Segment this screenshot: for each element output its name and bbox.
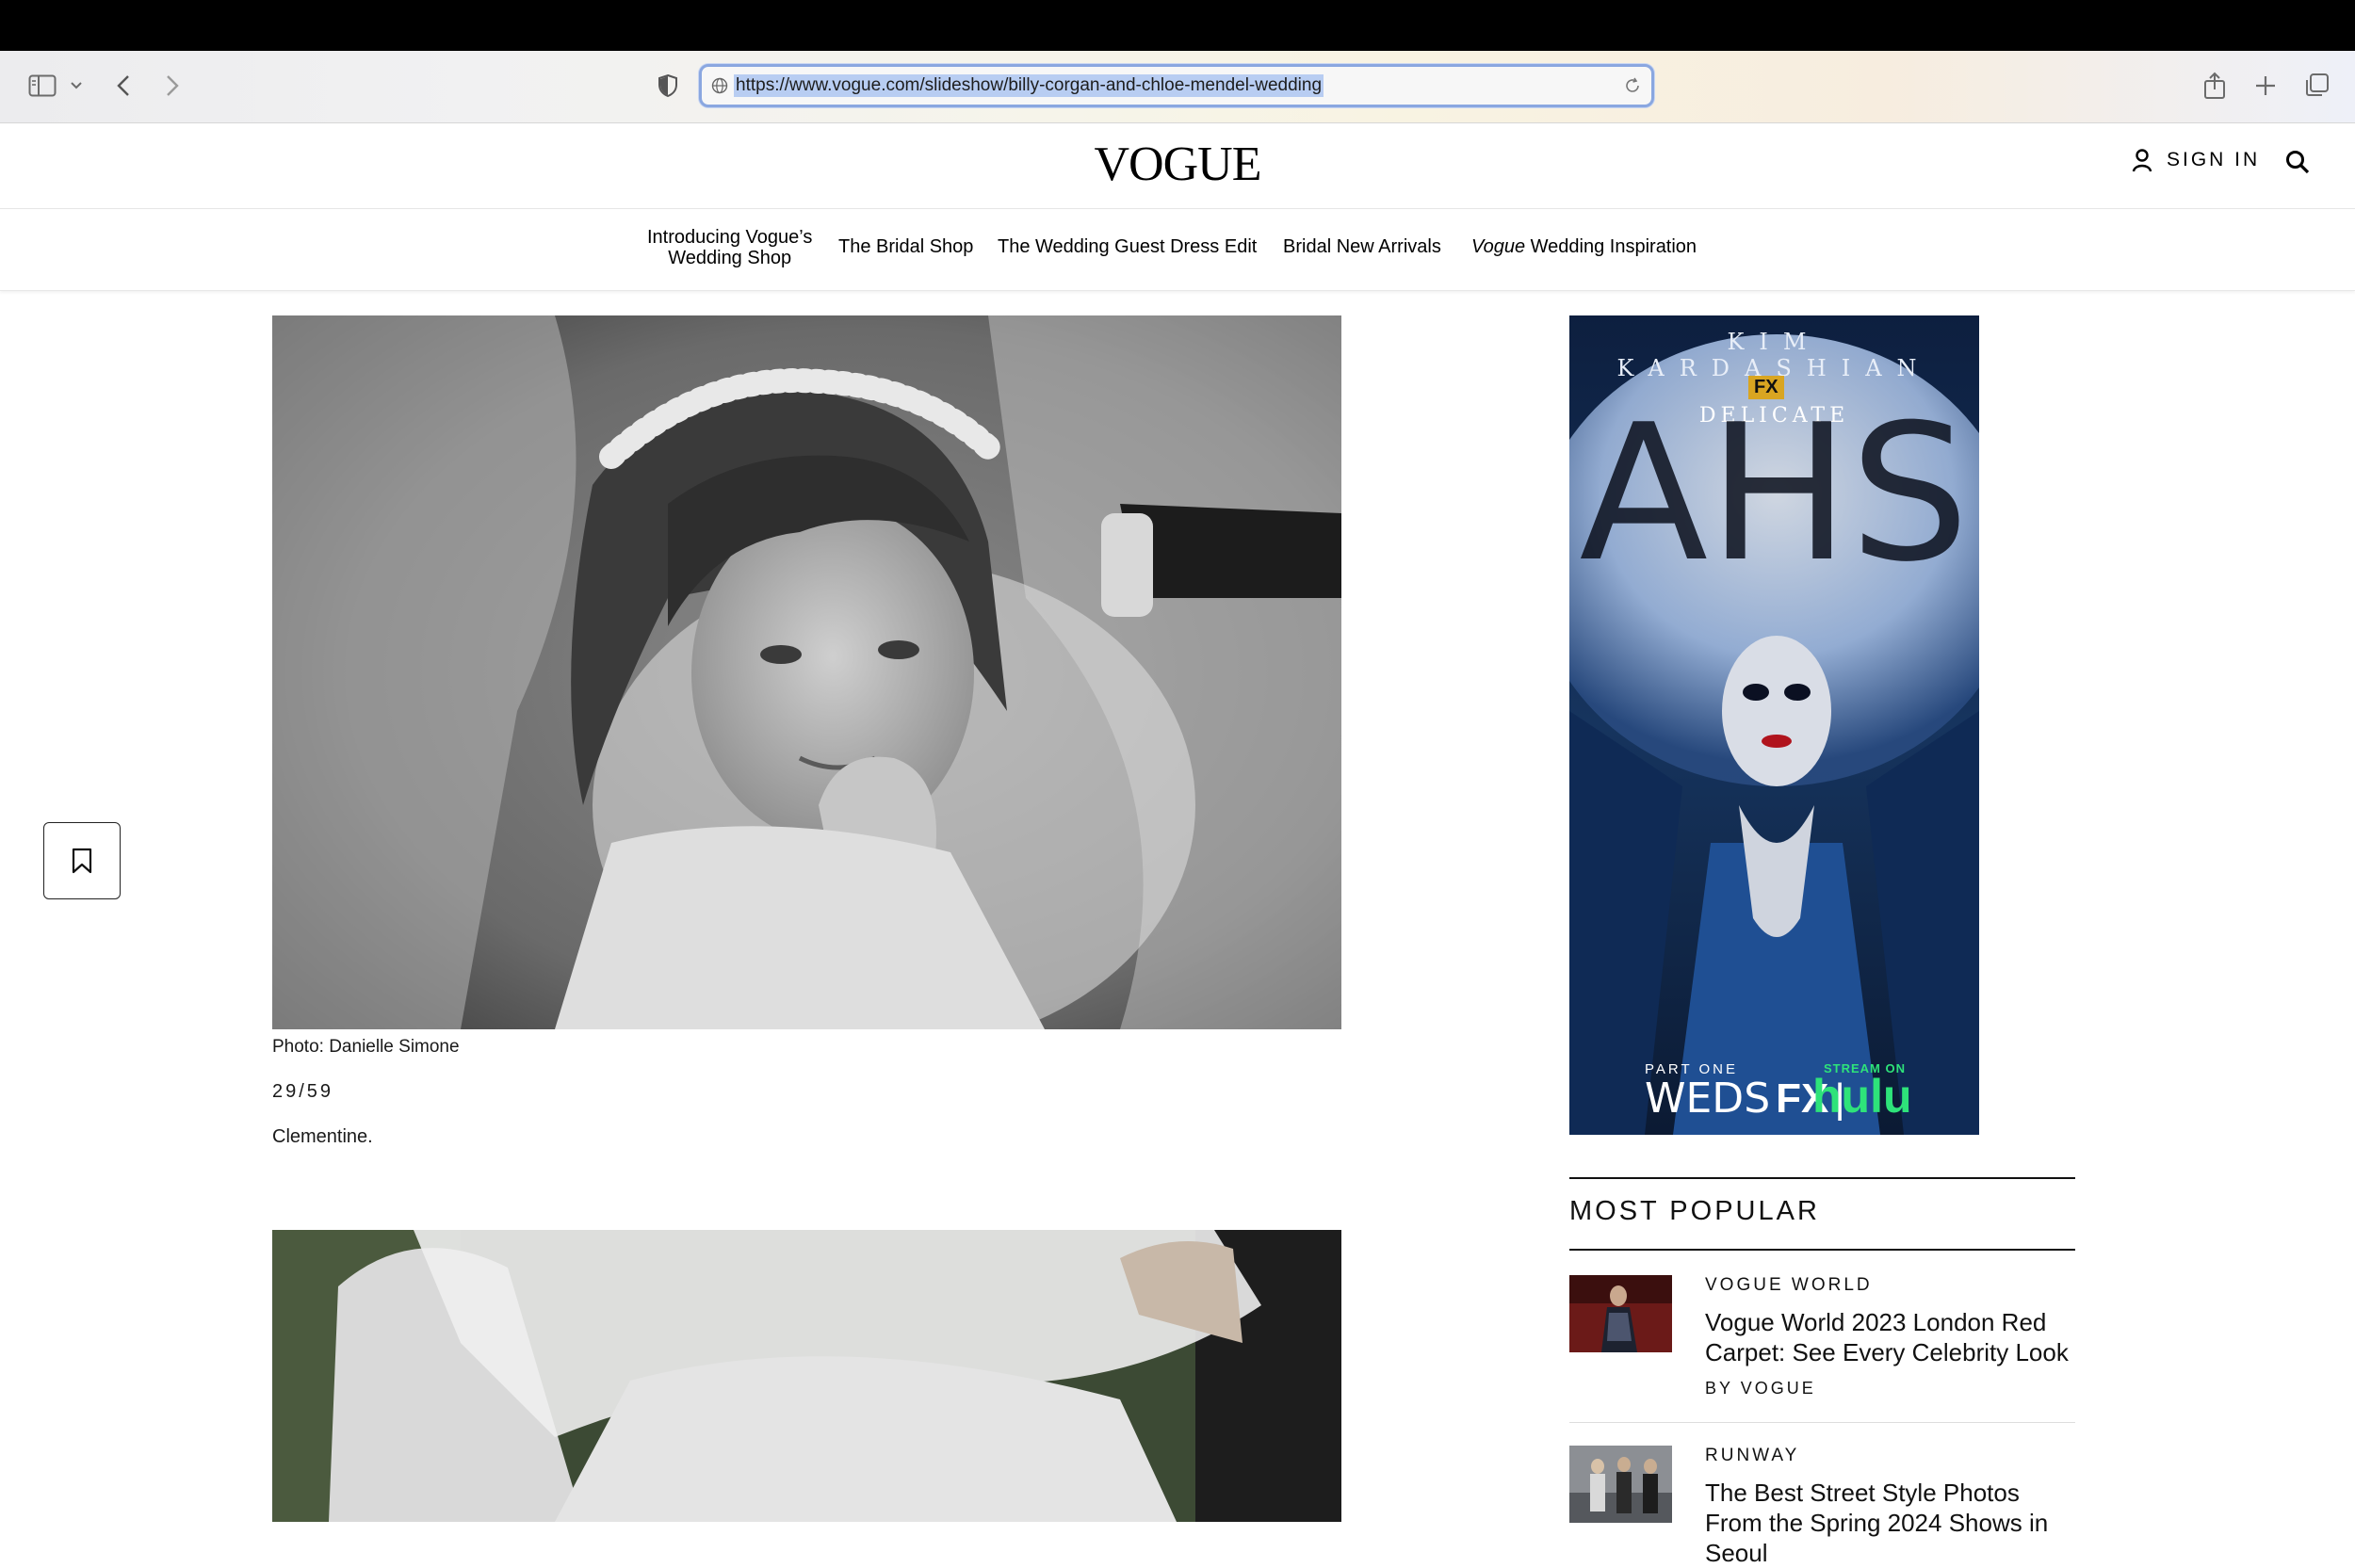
most-popular-item[interactable]: RUNWAY The Best Street Style Photos From… — [1569, 1446, 2075, 1567]
most-popular-divider — [1569, 1422, 2075, 1423]
ad-show-logo: AHS — [1579, 384, 1970, 604]
vogue-logo[interactable]: VOGUE — [1083, 137, 1272, 192]
photo-credit: Photo: Danielle Simone — [272, 1037, 460, 1057]
tabs-overview-icon[interactable] — [2300, 70, 2332, 102]
search-icon[interactable] — [2285, 150, 2310, 179]
share-icon[interactable] — [2199, 70, 2231, 102]
ad-day: WEDS — [1645, 1075, 1771, 1123]
next-slide-photo-image — [272, 1230, 1341, 1522]
privacy-shield-icon[interactable] — [656, 70, 680, 102]
globe-icon — [711, 77, 728, 99]
address-bar[interactable]: https://www.vogue.com/slideshow/billy-co… — [699, 64, 1654, 107]
nav-item-italic: Vogue — [1471, 236, 1526, 257]
most-popular-category[interactable]: VOGUE WORLD — [1705, 1275, 1873, 1296]
most-popular-top-rule — [1569, 1177, 2075, 1179]
sign-in-button[interactable]: SIGN IN — [2131, 148, 2260, 172]
forward-icon[interactable] — [160, 70, 185, 102]
chevron-down-icon[interactable] — [68, 70, 85, 102]
ad-hulu-logo: hulu — [1812, 1070, 1912, 1123]
nav-item-guest-dress-edit[interactable]: The Wedding Guest Dress Edit — [998, 236, 1257, 258]
most-popular-byline: BY VOGUE — [1705, 1379, 1816, 1398]
window-top-bar — [0, 0, 2355, 51]
nav-item-line: Wedding Shop — [668, 248, 792, 268]
nav-item-bridal-shop[interactable]: The Bridal Shop — [838, 236, 973, 258]
url-text[interactable]: https://www.vogue.com/slideshow/billy-co… — [734, 74, 1324, 97]
slide-photo[interactable] — [272, 315, 1341, 1029]
bookmark-icon — [72, 848, 92, 874]
slide-photo-image — [272, 315, 1341, 1029]
sign-in-label: SIGN IN — [2167, 149, 2261, 170]
save-bookmark-button[interactable] — [43, 822, 121, 899]
most-popular-bottom-rule — [1569, 1249, 2075, 1251]
user-icon — [2132, 149, 2152, 172]
most-popular-category[interactable]: RUNWAY — [1705, 1446, 1799, 1466]
most-popular-headline[interactable]: The Best Street Style Photos From the Sp… — [1705, 1478, 2075, 1568]
ad-top-text: KIM KARDASHIAN — [1616, 329, 1932, 381]
nav-item-label: Wedding Inspiration — [1525, 236, 1697, 257]
most-popular-headline[interactable]: Vogue World 2023 London Red Carpet: See … — [1705, 1307, 2075, 1367]
sidebar-toggle-icon[interactable] — [26, 70, 58, 102]
ad-banner[interactable]: KIM KARDASHIAN FX DELICATE AHS PART ONE … — [1569, 315, 1979, 1135]
nav-item-bridal-new-arrivals[interactable]: Bridal New Arrivals — [1283, 236, 1441, 258]
nav-item-wedding-shop[interactable]: Introducing Vogue’s Wedding Shop — [647, 227, 812, 268]
site-header: VOGUE SIGN IN — [0, 123, 2355, 210]
most-popular-title: MOST POPULAR — [1569, 1196, 1820, 1226]
nav-item-line: Introducing Vogue’s — [647, 227, 813, 248]
most-popular-item[interactable]: VOGUE WORLD Vogue World 2023 London Red … — [1569, 1275, 2075, 1426]
most-popular-thumbnail[interactable] — [1569, 1446, 1672, 1523]
wedding-nav: Introducing Vogue’s Wedding Shop The Bri… — [0, 209, 2355, 291]
next-slide-photo[interactable] — [272, 1230, 1341, 1522]
reload-icon[interactable] — [1623, 76, 1642, 100]
nav-item-wedding-inspiration[interactable]: Vogue Wedding Inspiration — [1471, 236, 1697, 258]
slide-caption: Clementine. — [272, 1126, 373, 1147]
slide-counter: 29/59 — [272, 1081, 334, 1102]
new-tab-icon[interactable] — [2249, 70, 2282, 102]
back-icon[interactable] — [111, 70, 136, 102]
most-popular-thumbnail[interactable] — [1569, 1275, 1672, 1352]
